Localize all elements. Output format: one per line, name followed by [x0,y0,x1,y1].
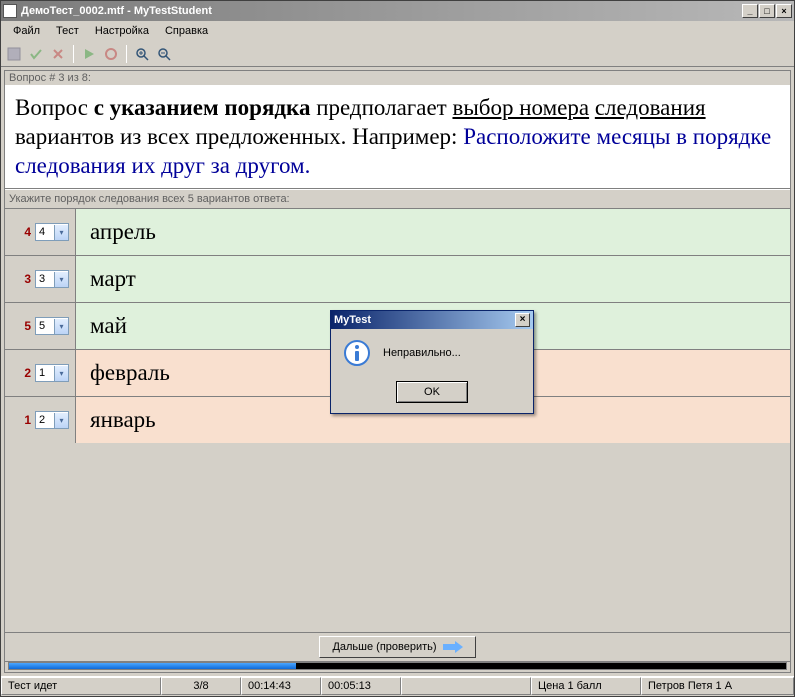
order-select[interactable]: 1▾ [35,364,69,382]
cancel-icon [49,45,67,63]
dialog-titlebar: MyTest × [331,311,533,329]
status-user: Петров Петя 1 А [641,677,794,695]
zoom-out-icon[interactable] [155,45,173,63]
order-select[interactable]: 3▾ [35,270,69,288]
status-blank [401,677,531,695]
order-select[interactable]: 5▾ [35,317,69,335]
chevron-down-icon: ▾ [54,272,68,287]
answer-number-label: 1 [24,413,31,427]
dialog-message: Неправильно... [383,347,461,359]
menu-help[interactable]: Справка [157,23,216,39]
answer-text: март [75,256,790,302]
chevron-down-icon: ▾ [54,413,68,428]
status-position: 3/8 [161,677,241,695]
answer-order-cell: 3 3▾ [5,256,75,302]
q-text: Вопрос [15,95,94,120]
progress-fill [9,663,296,669]
menubar: Файл Тест Настройка Справка [1,21,794,41]
dialog-close-button[interactable]: × [515,313,530,327]
save-icon [5,45,23,63]
toolbar-separator [126,45,127,63]
menu-file[interactable]: Файл [5,23,48,39]
info-icon [343,339,371,367]
play-icon [80,45,98,63]
next-button[interactable]: Дальше (проверить) [319,636,475,658]
chevron-down-icon: ▾ [54,366,68,381]
order-select[interactable]: 2▾ [35,411,69,429]
q-text: вариантов из всех предложенных. Например… [15,124,463,149]
answer-order-cell: 2 1▾ [5,350,75,396]
toolbar-separator [73,45,74,63]
q-text: предполагает [310,95,452,120]
answer-hint: Укажите порядок следования всех 5 вариан… [5,189,790,208]
answer-order-cell: 5 5▾ [5,303,75,349]
titlebar: ДемоТест_0002.mtf - MyTestStudent _ □ × [1,1,794,21]
question-counter: Вопрос # 3 из 8: [5,71,790,86]
chevron-down-icon: ▾ [54,225,68,240]
answer-number-label: 3 [24,272,31,286]
menu-test[interactable]: Тест [48,23,87,39]
answers-list: 44▾апрель33▾март55▾май21▾февраль12▾январ… [5,208,790,628]
answer-order-cell: 1 2▾ [5,397,75,443]
stop-icon [102,45,120,63]
order-select[interactable]: 4▾ [35,223,69,241]
answer-number-label: 2 [24,366,31,380]
answer-number-label: 4 [24,225,31,239]
message-dialog: MyTest × Неправильно... OK [330,310,534,414]
window-title: ДемоТест_0002.mtf - MyTestStudent [21,5,742,17]
answer-text: апрель [75,209,790,255]
statusbar: Тест идет 3/8 00:14:43 00:05:13 Цена 1 б… [1,676,794,696]
check-icon [27,45,45,63]
zoom-in-icon[interactable] [133,45,151,63]
q-text-u2: следования [595,95,706,120]
status-price: Цена 1 балл [531,677,641,695]
chevron-down-icon: ▾ [54,319,68,334]
answer-row: 4 4▾ апрель [5,208,790,255]
q-text-u1: выбор номера [452,95,589,120]
app-icon [3,4,17,18]
answer-order-cell: 4 4▾ [5,209,75,255]
question-text: Вопрос с указанием порядка предполагает … [5,86,790,189]
status-time-total: 00:14:43 [241,677,321,695]
toolbar [1,41,794,67]
q-text-bold: с указанием порядка [94,95,311,120]
dialog-title: MyTest [334,314,515,326]
close-button[interactable]: × [776,4,792,18]
app-window: ДемоТест_0002.mtf - MyTestStudent _ □ × … [0,0,795,697]
answer-row: 3 3▾ март [5,255,790,302]
progress-row [5,662,790,672]
maximize-button[interactable]: □ [759,4,775,18]
dialog-ok-button[interactable]: OK [396,381,468,403]
arrow-right-icon [443,641,463,653]
status-state: Тест идет [1,677,161,695]
answer-number-label: 5 [24,319,31,333]
status-time-q: 00:05:13 [321,677,401,695]
next-bar: Дальше (проверить) [5,632,790,662]
menu-settings[interactable]: Настройка [87,23,157,39]
minimize-button[interactable]: _ [742,4,758,18]
next-label: Дальше (проверить) [332,641,436,653]
progress-bar [8,662,787,670]
